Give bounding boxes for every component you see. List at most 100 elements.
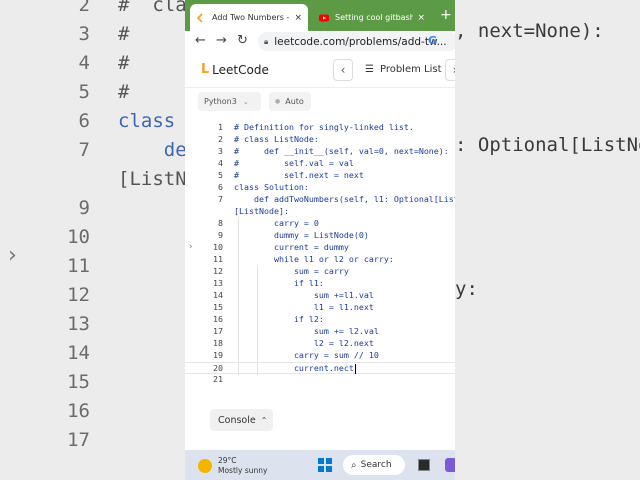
chevron-up-icon: ⌃: [260, 415, 268, 425]
background-line-number: 17: [67, 429, 90, 451]
code-text: l1 = l1.next: [234, 302, 374, 312]
background-line-number: 10: [67, 226, 90, 248]
background-line-number: 11: [67, 255, 90, 277]
line-number: 14: [213, 290, 223, 300]
code-line[interactable]: 19 carry = sum // 10: [185, 350, 455, 362]
background-line-number: 14: [67, 342, 90, 364]
code-line[interactable]: [ListNode]:: [185, 206, 455, 218]
code-line[interactable]: 8 carry = 0: [185, 218, 455, 230]
code-line[interactable]: 1 # Definition for singly-linked list.: [185, 122, 455, 134]
code-text: current = dummy: [234, 242, 349, 252]
line-number: 12: [213, 266, 223, 276]
problem-list-button[interactable]: ☰ Problem List: [365, 64, 442, 75]
code-line[interactable]: 9 dummy = ListNode(0): [185, 230, 455, 242]
back-arrow-icon[interactable]: ←: [195, 33, 206, 48]
code-line[interactable]: 13 if l1:: [185, 278, 455, 290]
close-icon[interactable]: ×: [294, 13, 302, 23]
new-tab-button[interactable]: +: [440, 7, 452, 23]
weather-description: Mostly sunny: [218, 466, 268, 475]
tab-title: Setting cool gitbash t: [335, 13, 414, 22]
code-line[interactable]: 7 def addTwoNumbers(self, l1: Optional[L…: [185, 194, 455, 206]
code-line[interactable]: 16 if l2:: [185, 314, 455, 326]
code-line[interactable]: 21: [185, 374, 455, 386]
address-bar: ← → ↻ 🔒︎ leetcode.com/problems/add-tw...…: [185, 31, 455, 53]
code-text: # Definition for singly-linked list.: [234, 122, 414, 132]
code-text: class Solution:: [234, 182, 309, 192]
line-number: 15: [213, 302, 223, 312]
next-problem-button[interactable]: ›: [445, 59, 455, 81]
line-number: 3: [218, 146, 223, 156]
code-line[interactable]: 10 current = dummy: [185, 242, 455, 254]
code-line[interactable]: 6 class Solution:: [185, 182, 455, 194]
line-number: 16: [213, 314, 223, 324]
line-number: 13: [213, 278, 223, 288]
google-icon[interactable]: G: [428, 34, 437, 47]
code-text: carry = 0: [234, 218, 319, 228]
code-line[interactable]: 18 l2 = l2.next: [185, 338, 455, 350]
line-number: 2: [218, 134, 223, 144]
line-number: 7: [218, 194, 223, 204]
url-field[interactable]: 🔒︎ leetcode.com/problems/add-tw... G: [258, 32, 455, 51]
windows-start-icon[interactable]: [318, 458, 332, 472]
code-text: [ListNode]:: [234, 206, 289, 216]
auto-mode-button[interactable]: ● Auto: [269, 92, 311, 111]
code-text: carry = sum // 10: [234, 350, 379, 360]
background-line-number: 16: [67, 400, 90, 422]
close-icon[interactable]: ×: [417, 13, 425, 23]
console-button[interactable]: Console ⌃: [210, 409, 273, 431]
leetcode-logo[interactable]: ᒪ LeetCode: [201, 62, 269, 77]
line-number: 6: [218, 182, 223, 192]
line-number: 5: [218, 170, 223, 180]
taskbar-app-icon[interactable]: [418, 459, 430, 471]
background-line-number: 9: [78, 197, 90, 219]
background-line-code: class: [118, 110, 176, 132]
line-number: 20: [213, 363, 223, 373]
search-icon: ⌕: [351, 459, 357, 471]
forward-arrow-icon[interactable]: →: [216, 33, 227, 48]
weather-widget[interactable]: 29°C Mostly sunny: [198, 456, 267, 476]
language-select[interactable]: Python3 ⌄: [198, 92, 261, 111]
background-line-number: 12: [67, 284, 90, 306]
code-editor[interactable]: › 1 # Definition for singly-linked list. 2…: [185, 120, 455, 385]
browser-tab-strip: Add Two Numbers - L × Setting cool gitba…: [185, 0, 455, 31]
code-line[interactable]: 4 # self.val = val: [185, 158, 455, 170]
code-line[interactable]: 3 # def __init__(self, val=0, next=None):: [185, 146, 455, 158]
code-line[interactable]: 5 # self.next = next: [185, 170, 455, 182]
code-line[interactable]: 20 current.nect: [185, 362, 455, 374]
code-line[interactable]: 12 sum = carry: [185, 266, 455, 278]
code-text: sum += l2.val: [234, 326, 379, 336]
language-value: Python3: [204, 97, 237, 106]
background-line-code: #: [118, 81, 130, 103]
background-line-number: 4: [78, 52, 90, 74]
browser-tab-youtube[interactable]: Setting cool gitbash t ×: [313, 4, 431, 31]
code-line[interactable]: 2 # class ListNode:: [185, 134, 455, 146]
background-code-fragment: : Optional[ListNo: [455, 134, 640, 156]
phone-screen: Add Two Numbers - L × Setting cool gitba…: [185, 0, 455, 480]
list-icon: ☰: [365, 64, 374, 75]
line-number: 9: [218, 230, 223, 240]
console-label: Console: [218, 414, 256, 426]
code-line[interactable]: 17 sum += l2.val: [185, 326, 455, 338]
line-number: 8: [218, 218, 223, 228]
code-text: # self.next = next: [234, 170, 364, 180]
line-number: 17: [213, 326, 223, 336]
line-number: 4: [218, 158, 223, 168]
code-line[interactable]: 14 sum +=l1.val: [185, 290, 455, 302]
background-line-number: 13: [67, 313, 90, 335]
background-line-number: 2: [78, 0, 90, 16]
code-text: sum +=l1.val: [234, 290, 374, 300]
background-line-code: #: [118, 23, 130, 45]
lock-icon: 🔒︎: [264, 36, 269, 46]
taskbar-app-icon[interactable]: [445, 458, 455, 472]
background-line-number: 7: [78, 139, 90, 161]
line-number: 10: [213, 242, 223, 252]
browser-tab-leetcode[interactable]: Add Two Numbers - L ×: [190, 4, 308, 31]
previous-problem-button[interactable]: ‹: [333, 59, 353, 81]
code-line[interactable]: 11 while l1 or l2 or carry:: [185, 254, 455, 266]
search-label: Search: [360, 460, 392, 470]
taskbar-search-button[interactable]: ⌕ Search: [343, 455, 405, 475]
reload-icon[interactable]: ↻: [237, 33, 248, 48]
code-text: l2 = l2.next: [234, 338, 374, 348]
sun-icon: [198, 459, 212, 473]
code-line[interactable]: 15 l1 = l1.next: [185, 302, 455, 314]
